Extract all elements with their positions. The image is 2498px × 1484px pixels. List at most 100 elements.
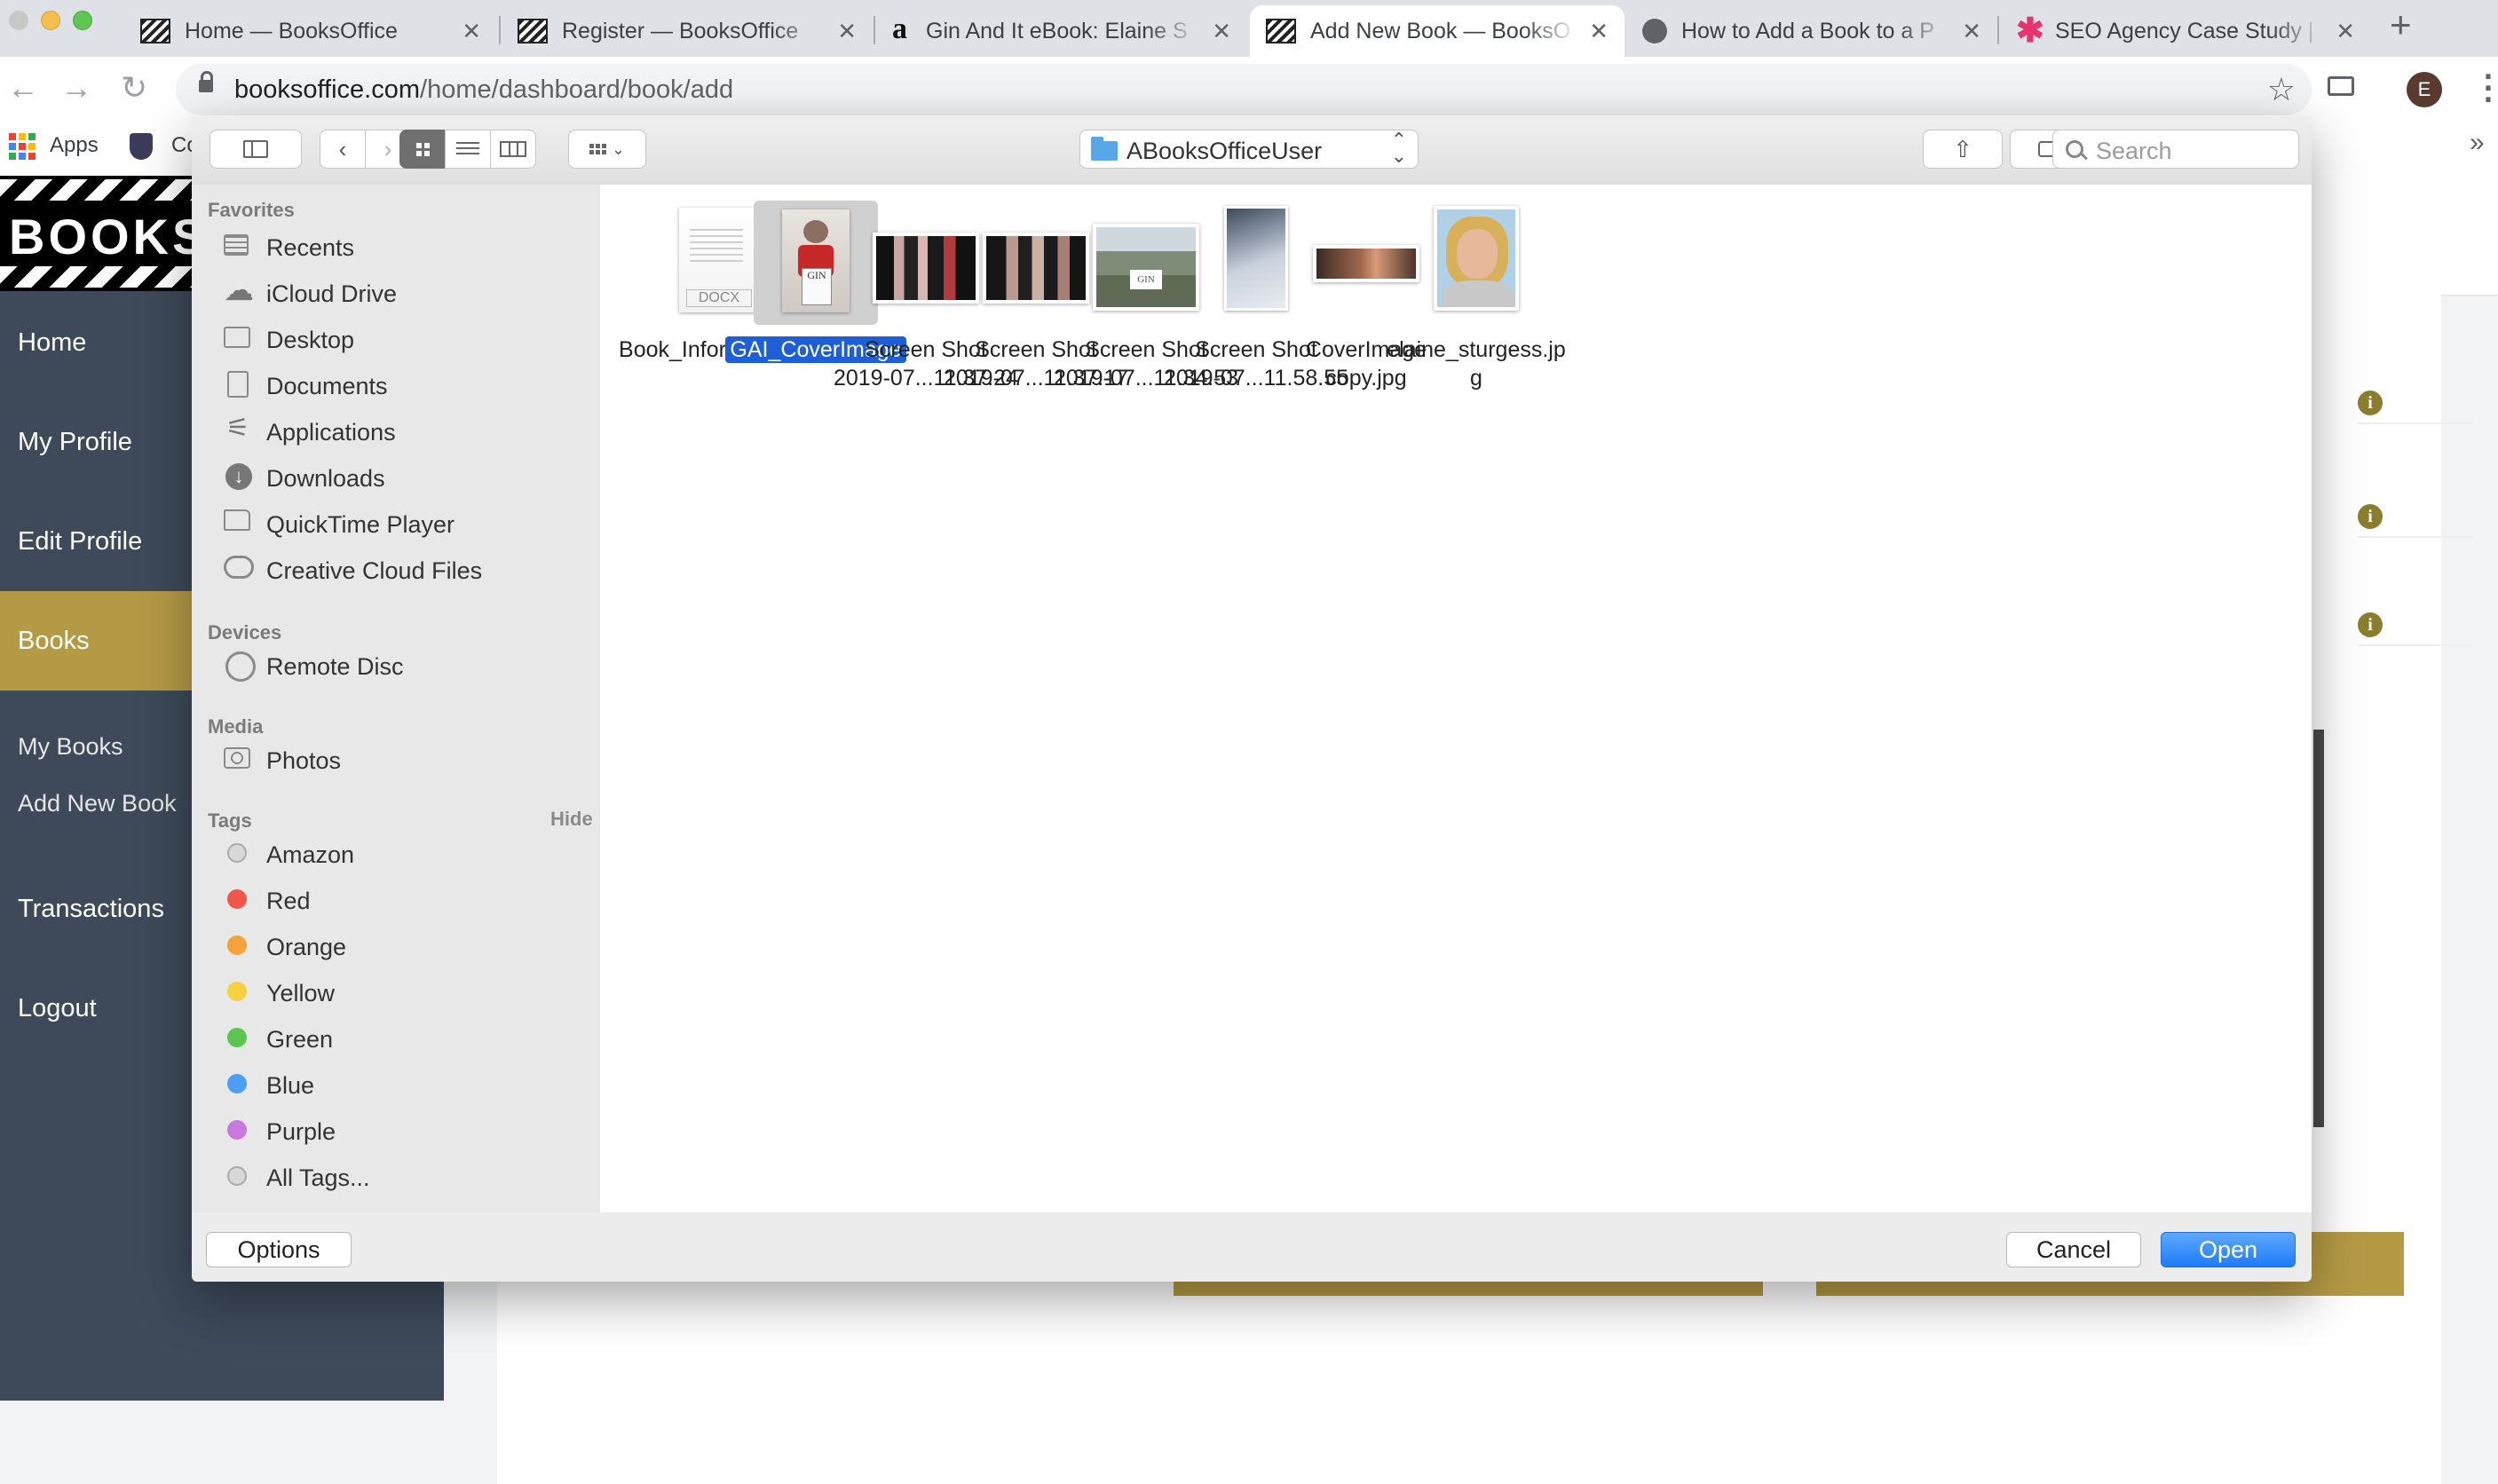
file-item[interactable]: elaine_sturgess.jp g (1378, 201, 1575, 392)
chevron-left-icon: ‹ (338, 135, 347, 162)
sidebar-tag-orange[interactable]: Orange (266, 934, 346, 961)
list-view-button[interactable] (445, 130, 491, 169)
sidebar-item-applications[interactable]: Applications (266, 419, 396, 446)
site-logo[interactable]: BOOKS (0, 176, 195, 291)
nav-transactions[interactable]: Transactions (18, 895, 164, 924)
info-icon[interactable]: i (2358, 612, 2383, 637)
tag-dot-icon (227, 843, 247, 863)
sidebar-item-photos[interactable]: Photos (266, 747, 341, 775)
sidebar-toggle-button[interactable] (209, 130, 302, 169)
tab-title: Add New Book — BooksO (1310, 18, 1571, 43)
tag-dot-icon (227, 1120, 247, 1140)
browser-tab[interactable]: a Gin And It eBook: Elaine S ✕ (876, 5, 1247, 57)
group-view-button[interactable]: ⌄ (568, 130, 646, 169)
sidebar-item-icloud-drive[interactable]: iCloud Drive (266, 280, 397, 308)
tag-dot-icon (227, 889, 247, 909)
sidebar-tag-red[interactable]: Red (266, 888, 311, 915)
sidebar-tag-green[interactable]: Green (266, 1026, 333, 1054)
tab-close-icon[interactable]: ✕ (462, 18, 481, 45)
asterisk-favicon-icon: ✱ (2016, 12, 2044, 50)
tag-dot-icon (227, 982, 247, 1001)
shield-icon[interactable] (130, 133, 153, 160)
devices-heading: Devices (208, 621, 282, 643)
tab-title: Home — BooksOffice (185, 18, 398, 43)
sidebar-item-recents[interactable]: Recents (266, 234, 354, 262)
nav-my-profile[interactable]: My Profile (18, 428, 132, 457)
tab-close-icon[interactable]: ✕ (1962, 18, 1981, 45)
nav-edit-profile[interactable]: Edit Profile (18, 527, 142, 556)
tab-close-icon[interactable]: ✕ (837, 18, 857, 45)
tag-dot-icon (227, 1074, 247, 1093)
sidebar-item-quicktime-player[interactable]: QuickTime Player (266, 511, 455, 539)
options-button[interactable]: Options (206, 1232, 352, 1267)
chevron-right-icon: › (383, 135, 392, 162)
tab-close-icon[interactable]: ✕ (2336, 18, 2355, 45)
browser-menu-icon[interactable]: ⋮ (2471, 67, 2498, 107)
icon-view-button[interactable] (399, 130, 446, 169)
back-button[interactable]: ‹ (320, 130, 366, 169)
hide-tags-button[interactable]: Hide (550, 808, 593, 831)
column-view-button[interactable] (490, 130, 536, 169)
field-divider (2358, 644, 2473, 646)
browser-tab[interactable]: Register — BooksOffice ✕ (502, 5, 873, 57)
browser-tab-active[interactable]: Add New Book — BooksO ✕ (1250, 5, 1624, 57)
grid-view-icon (415, 142, 430, 156)
folder-name: ABooksOfficeUser (1126, 138, 1323, 164)
desktop-icon (224, 327, 250, 348)
info-icon[interactable]: i (2358, 391, 2383, 415)
sidebar-item-remote-disc[interactable]: Remote Disc (266, 653, 404, 681)
browser-tab[interactable]: Home — BooksOffice ✕ (124, 5, 497, 57)
folder-icon (224, 509, 250, 531)
window-close-button[interactable] (9, 11, 28, 30)
info-icon[interactable]: i (2358, 504, 2383, 529)
address-bar[interactable]: booksoffice.com/home/dashboard/book/add … (176, 64, 2312, 115)
sidebar-tag-yellow[interactable]: Yellow (266, 980, 335, 1007)
tab-strip: Home — BooksOffice ✕ Register — BooksOff… (0, 0, 2498, 57)
nav-add-new-book[interactable]: Add New Book (18, 790, 177, 817)
bookmark-star-icon[interactable]: ☆ (2267, 71, 2296, 108)
share-button[interactable]: ⇧ (1923, 130, 2003, 169)
back-arrow-icon[interactable]: ← (7, 69, 39, 107)
sidebar-tag-purple[interactable]: Purple (266, 1118, 336, 1146)
folder-icon (1091, 137, 1118, 161)
tags-heading: Tags (208, 809, 252, 832)
sidebar-item-desktop[interactable]: Desktop (266, 327, 354, 354)
forward-arrow-icon[interactable]: → (60, 69, 92, 107)
dialog-sidebar: Favorites Recents ☁ iCloud Drive Desktop… (192, 185, 601, 1212)
sidebar-item-downloads[interactable]: Downloads (266, 465, 385, 493)
window-zoom-button[interactable] (73, 11, 92, 30)
url-text: booksoffice.com/home/dashboard/book/add (234, 75, 734, 104)
tab-close-icon[interactable]: ✕ (1589, 18, 1609, 45)
tab-close-icon[interactable]: ✕ (1212, 18, 1231, 45)
nav-my-books[interactable]: My Books (18, 733, 123, 761)
open-button[interactable]: Open (2161, 1232, 2296, 1267)
sidebar-item-documents[interactable]: Documents (266, 373, 388, 400)
sidebar-tag-amazon[interactable]: Amazon (266, 841, 354, 869)
creative-cloud-icon (224, 556, 254, 579)
profile-avatar[interactable]: E (2407, 72, 2442, 107)
cast-icon[interactable] (2328, 76, 2354, 96)
window-minimize-button[interactable] (41, 11, 60, 30)
tag-dot-icon (227, 1028, 247, 1047)
cancel-button[interactable]: Cancel (2006, 1232, 2141, 1267)
new-tab-button[interactable]: + (2390, 4, 2412, 46)
bookmark-apps[interactable]: Apps (50, 133, 99, 158)
nav-books[interactable]: Books (18, 627, 90, 656)
nav-logout[interactable]: Logout (18, 994, 97, 1023)
nav-home[interactable]: Home (18, 328, 86, 358)
clock-icon (224, 234, 252, 257)
search-input[interactable]: Search (2052, 130, 2299, 169)
apps-grid-icon[interactable] (9, 133, 36, 160)
grouping-icon (589, 144, 606, 154)
list-view-icon (456, 142, 479, 156)
sidebar-tag-blue[interactable]: Blue (266, 1072, 314, 1100)
sidebar-all-tags[interactable]: All Tags... (266, 1164, 370, 1192)
bookmarks-overflow-icon[interactable]: » (2470, 128, 2485, 158)
sidebar-item-creative-cloud-files[interactable]: Creative Cloud Files (266, 557, 482, 585)
tab-title: How to Add a Book to a P (1681, 18, 1934, 43)
favorites-heading: Favorites (208, 199, 295, 221)
folder-location-popup[interactable]: ABooksOfficeUser ⌃ ⌄ (1079, 130, 1419, 169)
reload-icon[interactable]: ↻ (121, 69, 147, 107)
browser-tab[interactable]: How to Add a Book to a P ✕ (1626, 5, 1997, 57)
browser-tab[interactable]: ✱ SEO Agency Case Study | ✕ (2000, 5, 2371, 57)
